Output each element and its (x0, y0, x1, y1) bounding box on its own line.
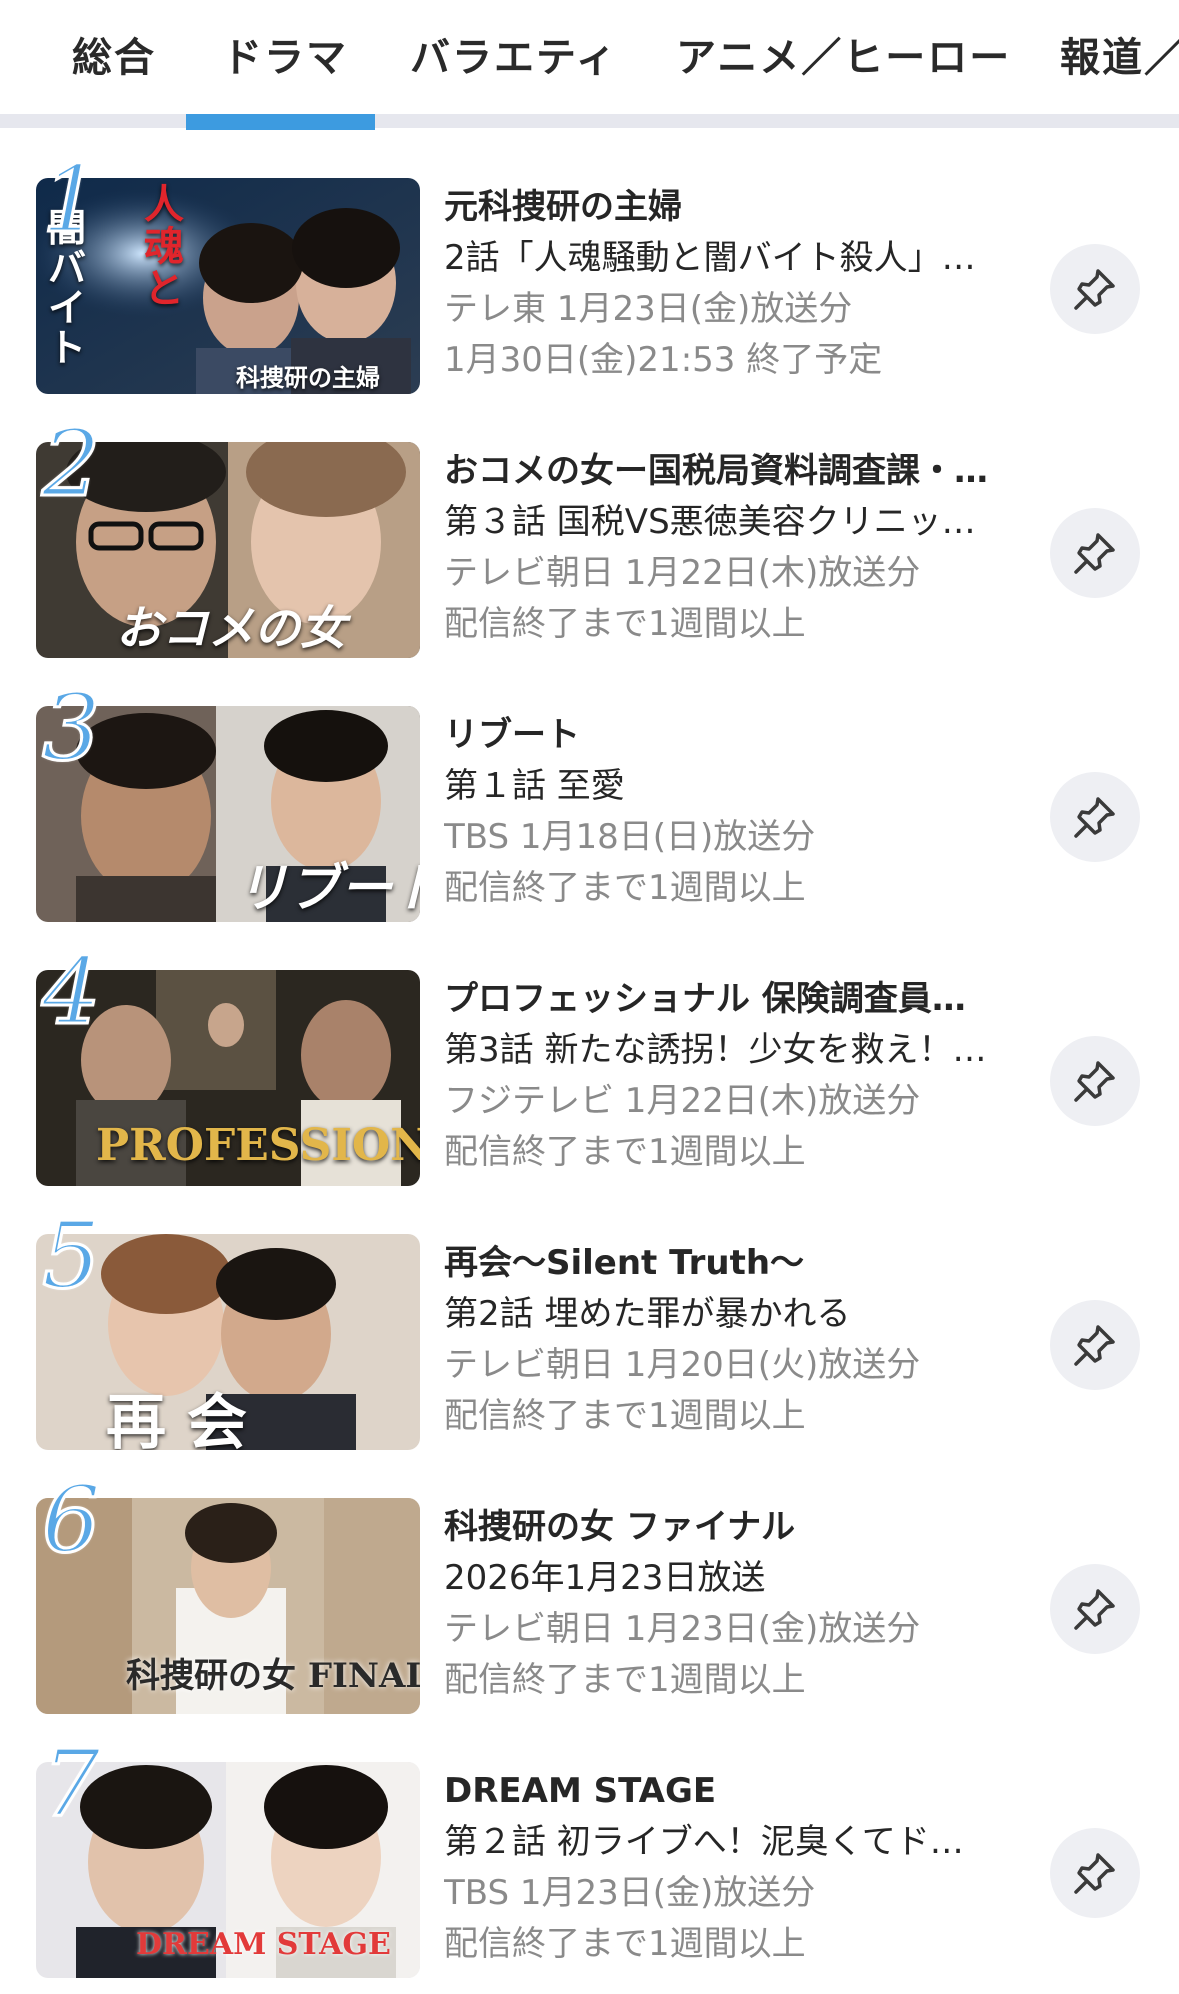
program-info: 再会〜Silent Truth〜 第2話 埋めた罪が暴かれる テレビ朝日 1月2… (444, 1238, 1024, 1442)
list-item[interactable]: 闇バイト 人魂と 科捜研の主婦 1 元科捜研の主婦 2話「人魂騒動と闇バイト殺人… (0, 130, 1179, 394)
tab-news[interactable]: 報道／ (1060, 30, 1179, 86)
thumbnail-logo-text: 科捜研の主婦 (236, 363, 380, 392)
expiration-info: 配信終了まで1週間以上 (444, 1660, 806, 1700)
rank-number: 6 (41, 1466, 103, 1573)
program-title: おコメの女ー国税局資料調査課・… (444, 451, 988, 491)
broadcast-info: テレビ朝日 1月20日(火)放送分 (444, 1345, 921, 1385)
program-info: プロフェッショナル 保険調査員… 第3話 新たな誘拐！少女を救え！… フジテレビ… (444, 974, 1024, 1178)
pin-icon (1074, 1853, 1115, 1894)
thumbnail-title-text: 再 会 (106, 1388, 247, 1450)
broadcast-info: テレビ朝日 1月22日(木)放送分 (444, 553, 921, 593)
expiration-info: 配信終了まで1週間以上 (444, 1924, 806, 1964)
episode-title: 2話「人魂騒動と闇バイト殺人」… (444, 238, 976, 278)
expiration-info: 配信終了まで1週間以上 (444, 1396, 806, 1436)
rank-number: 2 (41, 410, 103, 517)
list-item[interactable]: DREAM STAGE 7 DREAM STAGE 第２話 初ライブへ！泥臭くて… (0, 1714, 1179, 1978)
program-title: DREAM STAGE (444, 1771, 717, 1811)
pin-button[interactable] (1050, 1300, 1140, 1390)
broadcast-info: TBS 1月23日(金)放送分 (444, 1873, 816, 1913)
tab-sogo[interactable]: 総合 (72, 30, 156, 86)
pin-icon (1074, 1325, 1115, 1366)
episode-title: 第１話 至愛 (444, 766, 625, 806)
pin-button[interactable] (1050, 1828, 1140, 1918)
rank-number: 3 (41, 674, 103, 781)
rank-number: 5 (41, 1202, 103, 1309)
broadcast-info: テレビ朝日 1月23日(金)放送分 (444, 1609, 921, 1649)
expiration-info: 配信終了まで1週間以上 (444, 868, 806, 908)
pin-button[interactable] (1050, 1036, 1140, 1126)
thumbnail-title-text: 科捜研の女 FINAL (126, 1656, 420, 1696)
program-title: プロフェッショナル 保険調査員… (444, 979, 966, 1019)
list-item[interactable]: PROFESSIONAL 4 プロフェッショナル 保険調査員… 第3話 新たな誘… (0, 922, 1179, 1186)
thumbnail-title-text: PROFESSIONAL (96, 1120, 420, 1171)
tab-variety[interactable]: バラエティ (410, 30, 618, 86)
pin-button[interactable] (1050, 508, 1140, 598)
pin-icon (1074, 1589, 1115, 1630)
expiration-info: 1月30日(金)21:53 終了予定 (444, 340, 883, 380)
pin-button[interactable] (1050, 772, 1140, 862)
list-item[interactable]: 再 会 5 再会〜Silent Truth〜 第2話 埋めた罪が暴かれる テレビ… (0, 1186, 1179, 1450)
list-item[interactable]: 科捜研の女 FINAL 6 科捜研の女 ファイナル 2026年1月23日放送 テ… (0, 1450, 1179, 1714)
list-item[interactable]: おコメの女 2 おコメの女ー国税局資料調査課・… 第３話 国税VS悪徳美容クリニ… (0, 394, 1179, 658)
program-info: DREAM STAGE 第２話 初ライブへ！泥臭くてド… TBS 1月23日(金… (444, 1766, 1024, 1970)
expiration-info: 配信終了まで1週間以上 (444, 1132, 806, 1172)
pin-icon (1074, 269, 1115, 310)
episode-title: 第3話 新たな誘拐！少女を救え！… (444, 1030, 987, 1070)
pin-button[interactable] (1050, 1564, 1140, 1654)
rank-number: 4 (41, 938, 103, 1045)
episode-title: 第２話 初ライブへ！泥臭くてド… (444, 1822, 964, 1862)
tab-anime-hero[interactable]: アニメ／ヒーロー (676, 30, 1011, 86)
program-title: リブート (444, 715, 580, 755)
selected-tab-indicator (186, 114, 375, 130)
pin-button[interactable] (1050, 244, 1140, 334)
thumbnail-title-text: DREAM STAGE (136, 1927, 391, 1962)
episode-title: 2026年1月23日放送 (444, 1558, 766, 1598)
thumbnail-title-text: おコメの女 (116, 601, 346, 655)
pin-icon (1074, 1061, 1115, 1102)
pin-icon (1074, 797, 1115, 838)
tab-drama[interactable]: ドラマ (222, 30, 348, 86)
rank-number: 1 (41, 146, 103, 253)
pin-icon (1074, 533, 1115, 574)
program-title: 再会〜Silent Truth〜 (444, 1243, 805, 1283)
program-info: 科捜研の女 ファイナル 2026年1月23日放送 テレビ朝日 1月23日(金)放… (444, 1502, 1024, 1706)
episode-title: 第３話 国税VS悪徳美容クリニッ… (444, 502, 976, 542)
episode-title: 第2話 埋めた罪が暴かれる (444, 1294, 851, 1334)
expiration-info: 配信終了まで1週間以上 (444, 604, 806, 644)
program-info: 元科捜研の主婦 2話「人魂騒動と闇バイト殺人」… テレ東 1月23日(金)放送分… (444, 182, 1024, 386)
list-item[interactable]: リブート 3 リブート 第１話 至愛 TBS 1月18日(日)放送分 配信終了ま… (0, 658, 1179, 922)
broadcast-info: フジテレビ 1月22日(木)放送分 (444, 1081, 921, 1121)
program-info: おコメの女ー国税局資料調査課・… 第３話 国税VS悪徳美容クリニッ… テレビ朝日… (444, 446, 1024, 650)
broadcast-info: TBS 1月18日(日)放送分 (444, 817, 816, 857)
program-title: 科捜研の女 ファイナル (444, 1507, 796, 1547)
category-tabbar: 総合 ドラマ バラエティ アニメ／ヒーロー 報道／ (0, 0, 1179, 128)
program-title: 元科捜研の主婦 (444, 187, 682, 227)
thumbnail-title-text: リブート (236, 858, 420, 919)
rank-number: 7 (41, 1730, 103, 1837)
thumbnail-title-accent: 人魂と (144, 181, 184, 312)
broadcast-info: テレ東 1月23日(金)放送分 (444, 289, 853, 329)
program-info: リブート 第１話 至愛 TBS 1月18日(日)放送分 配信終了まで1週間以上 (444, 710, 1024, 914)
